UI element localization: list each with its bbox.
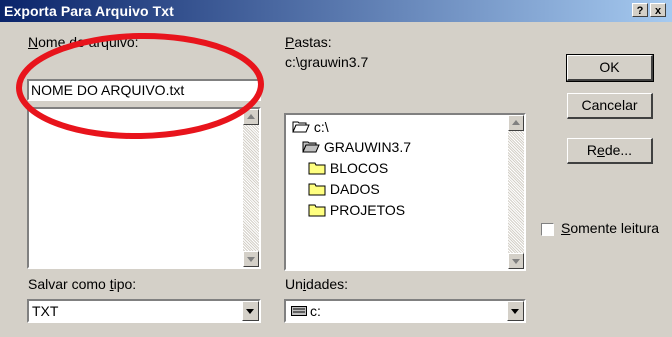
- cancel-button[interactable]: Cancelar: [567, 93, 653, 119]
- folder-tree[interactable]: c:\ GRAUWIN3.7 BLOCOS DADOS PROJETOS: [284, 113, 526, 271]
- save-type-select[interactable]: TXT: [27, 299, 261, 323]
- save-type-value: TXT: [32, 303, 59, 319]
- file-list[interactable]: [27, 107, 261, 269]
- window-title: Exporta Para Arquivo Txt: [4, 3, 174, 19]
- network-button[interactable]: Rede...: [567, 138, 653, 164]
- help-button[interactable]: ?: [632, 3, 648, 17]
- file-list-scrollbar[interactable]: [243, 109, 259, 267]
- export-dialog: Exporta Para Arquivo Txt ? x Nome do arq…: [0, 0, 672, 337]
- tree-item-blocos[interactable]: BLOCOS: [308, 160, 388, 176]
- save-type-dropdown-button[interactable]: [242, 301, 259, 321]
- chevron-down-icon: [246, 309, 254, 314]
- tree-item-projetos[interactable]: PROJETOS: [308, 202, 405, 218]
- arrow-up-icon: [247, 114, 255, 119]
- drives-label: Unidades:: [285, 276, 349, 292]
- filename-input[interactable]: NOME DO ARQUIVO.txt: [27, 79, 261, 101]
- arrow-up-icon: [512, 120, 520, 125]
- filename-label: Nome do arquivo:: [28, 34, 139, 50]
- arrow-down-icon: [512, 259, 520, 264]
- open-folder-icon: [292, 121, 310, 133]
- file-list-scroll-down[interactable]: [243, 251, 259, 267]
- folder-icon: [308, 204, 326, 217]
- file-list-scroll-up[interactable]: [243, 109, 259, 125]
- tree-item-root[interactable]: c:\: [292, 119, 329, 135]
- drives-select[interactable]: c:: [284, 299, 526, 323]
- chevron-down-icon: [511, 309, 519, 314]
- readonly-label[interactable]: Somente leitura: [561, 220, 659, 236]
- folders-label: Pastas:: [285, 34, 332, 50]
- folder-icon: [308, 162, 326, 175]
- folder-tree-scroll-down[interactable]: [508, 253, 524, 269]
- current-path: c:\grauwin3.7: [285, 54, 369, 70]
- drives-value: c:: [310, 303, 321, 319]
- readonly-checkbox[interactable]: [541, 223, 554, 236]
- drive-icon: [291, 306, 307, 316]
- tree-item-dados[interactable]: DADOS: [308, 181, 380, 197]
- folder-tree-scrollbar[interactable]: [508, 115, 524, 269]
- folder-icon: [308, 183, 326, 196]
- drives-dropdown-button[interactable]: [507, 301, 524, 321]
- tree-item-grauwin[interactable]: GRAUWIN3.7: [302, 139, 411, 155]
- save-type-label: Salvar como tipo:: [28, 276, 137, 292]
- arrow-down-icon: [247, 257, 255, 262]
- ok-button[interactable]: OK: [566, 54, 654, 82]
- close-button[interactable]: x: [650, 3, 666, 17]
- title-bar[interactable]: Exporta Para Arquivo Txt ? x: [0, 0, 672, 22]
- open-folder-icon: [302, 141, 320, 153]
- folder-tree-scroll-up[interactable]: [508, 115, 524, 131]
- filename-input-value: NOME DO ARQUIVO.txt: [31, 82, 185, 98]
